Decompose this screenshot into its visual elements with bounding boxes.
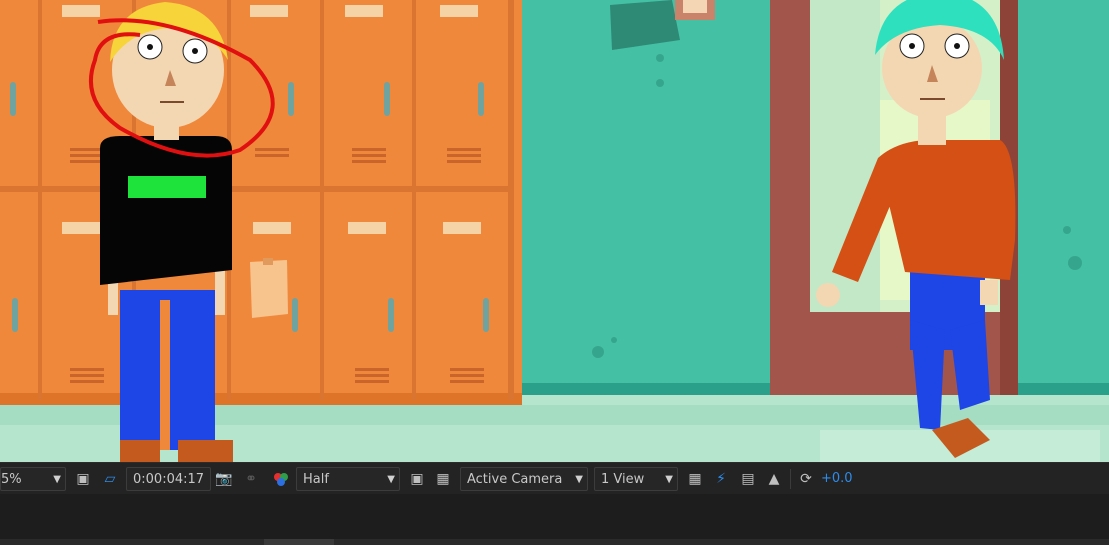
camera-view-value: Active Camera <box>467 472 563 487</box>
timeline-panel <box>0 494 1109 545</box>
mask-path-icon[interactable]: ▱ <box>99 467 121 491</box>
chevron-down-icon: ▼ <box>575 474 583 485</box>
chevron-down-icon: ▼ <box>53 474 61 485</box>
show-snapshot-icon[interactable]: ⚭ <box>240 467 262 491</box>
wall-spot <box>611 337 617 343</box>
fast-previews-icon[interactable]: ⚡ <box>710 467 732 491</box>
composition-viewer[interactable] <box>0 0 1109 462</box>
current-time-display[interactable]: 0:00:04:17 <box>126 467 212 491</box>
camera-icon[interactable]: 📷 <box>213 467 235 491</box>
timeline-icon[interactable]: ▤ <box>737 467 759 491</box>
composition-canvas <box>0 0 1109 462</box>
color-channels-icon[interactable] <box>270 467 292 491</box>
transparency-grid-icon[interactable]: ▦ <box>432 467 454 491</box>
wall-spot <box>592 346 604 358</box>
time-ruler[interactable] <box>0 539 1109 545</box>
wall-sign-frame-inner <box>683 0 707 13</box>
camera-view-dropdown[interactable]: Active Camera ▼ <box>460 467 588 491</box>
region-of-interest-icon[interactable]: ▣ <box>72 467 94 491</box>
reset-exposure-icon[interactable]: ⟳ <box>795 467 817 491</box>
wall-spot <box>656 54 664 62</box>
wall-spot <box>656 79 664 87</box>
locker-base <box>0 393 522 405</box>
magnification-dropdown[interactable]: 5% ▼ <box>0 467 66 491</box>
chevron-down-icon: ▼ <box>665 474 673 485</box>
view-layout-value: 1 View <box>601 472 645 487</box>
resolution-dropdown[interactable]: Half ▼ <box>296 467 400 491</box>
toggle-pixel-aspect-icon[interactable]: ▦ <box>684 467 706 491</box>
sticky-note <box>250 258 288 318</box>
view-layout-dropdown[interactable]: 1 View ▼ <box>594 467 678 491</box>
exposure-value[interactable]: +0.0 <box>821 467 853 491</box>
fast-preview-icon[interactable]: ▣ <box>406 467 428 491</box>
resolution-value: Half <box>303 472 329 487</box>
flowchart-icon[interactable]: ▲ <box>763 467 785 491</box>
locker-bank <box>0 0 522 405</box>
wall-spot <box>1063 226 1071 234</box>
work-area-bar[interactable] <box>264 539 334 545</box>
chevron-down-icon: ▼ <box>387 474 395 485</box>
viewer-toolbar: 5% ▼ ▣ ▱ 0:00:04:17 📷 ⚭ Half ▼ ▣ ▦ Activ… <box>0 462 1109 495</box>
toolbar-separator <box>790 469 791 489</box>
wall-spot <box>1068 256 1082 270</box>
magnification-value: 5% <box>1 472 22 487</box>
